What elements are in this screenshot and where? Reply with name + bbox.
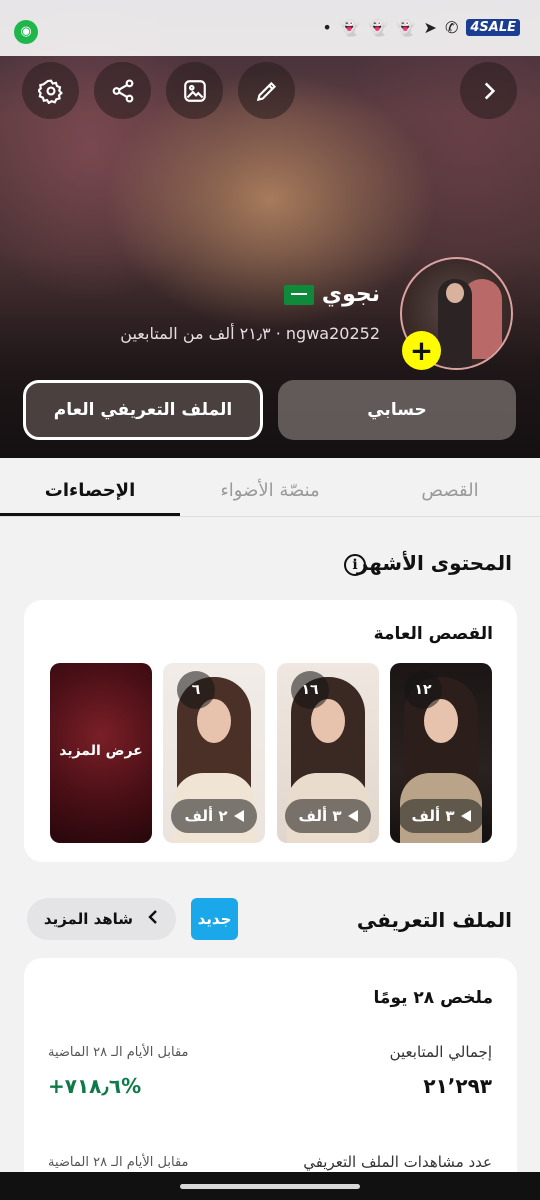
- see-more-stories-tile[interactable]: عرض المزيد: [50, 663, 152, 843]
- settings-icon: [37, 79, 63, 104]
- home-gesture-handle[interactable]: [180, 1184, 360, 1189]
- play-icon: [233, 810, 244, 822]
- edit-pencil-icon: [256, 81, 276, 101]
- story-thumbnail[interactable]: ١٢ ٣ ألف: [390, 663, 492, 843]
- divider: [0, 516, 540, 517]
- play-icon: [347, 810, 358, 822]
- total-followers-value: ٢١٬٢٩٣: [423, 1074, 492, 1098]
- plus-icon: +: [409, 333, 434, 367]
- profile-name: نجوي: [321, 282, 380, 307]
- see-more-button[interactable]: شاهد المزيد: [27, 898, 176, 940]
- snapchat-icon: 👻: [395, 18, 416, 37]
- public-stories-title: القصص العامة: [373, 624, 493, 644]
- new-badge: جديد: [191, 898, 238, 940]
- story-thumbnail[interactable]: ٦ ٢ ألف: [163, 663, 265, 843]
- profile-views-label: عدد مشاهدات الملف التعريفي: [303, 1153, 492, 1171]
- chevron-forward-icon: [484, 81, 495, 100]
- status-icons: • 👻 👻 👻 ➤ ✆ 4SALE: [322, 18, 520, 37]
- summary-title: ملخص ٢٨ يومًا: [373, 988, 493, 1008]
- top-content-title: المحتوى الأشهر: [356, 551, 512, 575]
- tab-insights[interactable]: الإحصاءات: [20, 480, 160, 501]
- story-views: ٣ ألف: [398, 799, 484, 833]
- followers-change: +٧١٨٫٦%: [48, 1074, 142, 1098]
- story-views: ٢ ألف: [171, 799, 257, 833]
- public-profile-button[interactable]: الملف التعريفي العام: [23, 380, 263, 440]
- see-more-label: عرض المزيد: [59, 743, 143, 759]
- add-story-button[interactable]: +: [402, 331, 441, 370]
- compare-label: مقابل الأيام الـ ٢٨ الماضية: [48, 1155, 189, 1170]
- story-thumbnail[interactable]: ١٦ ٣ ألف: [277, 663, 379, 843]
- tab-bar: القصص منصّة الأضواء الإحصاءات: [0, 458, 540, 518]
- story-count: ١٦: [291, 671, 329, 709]
- dot-icon: •: [322, 18, 332, 37]
- share-button[interactable]: [94, 62, 151, 119]
- story-count: ١٢: [404, 671, 442, 709]
- followers-count: ٢١٫٣ ألف من المتابعين: [120, 324, 271, 343]
- compare-label: مقابل الأيام الـ ٢٨ الماضية: [48, 1045, 189, 1060]
- telegram-icon: ➤: [423, 18, 437, 37]
- see-more-label: شاهد المزيد: [43, 910, 134, 928]
- tab-spotlight[interactable]: منصّة الأضواء: [200, 480, 340, 501]
- camera-icon: ◉: [14, 20, 38, 44]
- whatsapp-icon: ✆: [444, 18, 459, 37]
- snapchat-icon: 👻: [339, 18, 360, 37]
- edit-button[interactable]: [238, 62, 295, 119]
- brand-label: 4SALE: [466, 19, 520, 36]
- total-followers-label: إجمالي المتابعين: [389, 1043, 492, 1061]
- status-bar: ◉ • 👻 👻 👻 ➤ ✆ 4SALE: [0, 0, 540, 56]
- my-account-button[interactable]: حسابي: [278, 380, 516, 440]
- edit-background-icon: [183, 79, 206, 102]
- edit-background-button[interactable]: [166, 62, 223, 119]
- settings-button[interactable]: [22, 62, 79, 119]
- tab-stories[interactable]: القصص: [390, 480, 510, 501]
- play-icon: [460, 810, 471, 822]
- story-views: ٣ ألف: [285, 799, 371, 833]
- share-icon: [112, 79, 133, 102]
- profile-section-title: الملف التعريفي: [356, 908, 512, 932]
- separator: ·: [275, 324, 281, 343]
- handle: ngwa20252: [285, 324, 380, 343]
- forward-button[interactable]: [460, 62, 517, 119]
- profile-header: ◉ • 👻 👻 👻 ➤ ✆ 4SALE + نجوي ngwa20252 · ٢…: [0, 0, 540, 458]
- info-icon[interactable]: i: [344, 554, 366, 576]
- profile-name-row: نجوي: [283, 282, 380, 307]
- snapchat-icon: 👻: [367, 18, 388, 37]
- chevron-left-icon: [147, 909, 159, 929]
- saudi-flag-icon: [283, 284, 314, 305]
- profile-subline: ngwa20252 · ٢١٫٣ ألف من المتابعين: [120, 324, 380, 343]
- story-count: ٦: [177, 671, 215, 709]
